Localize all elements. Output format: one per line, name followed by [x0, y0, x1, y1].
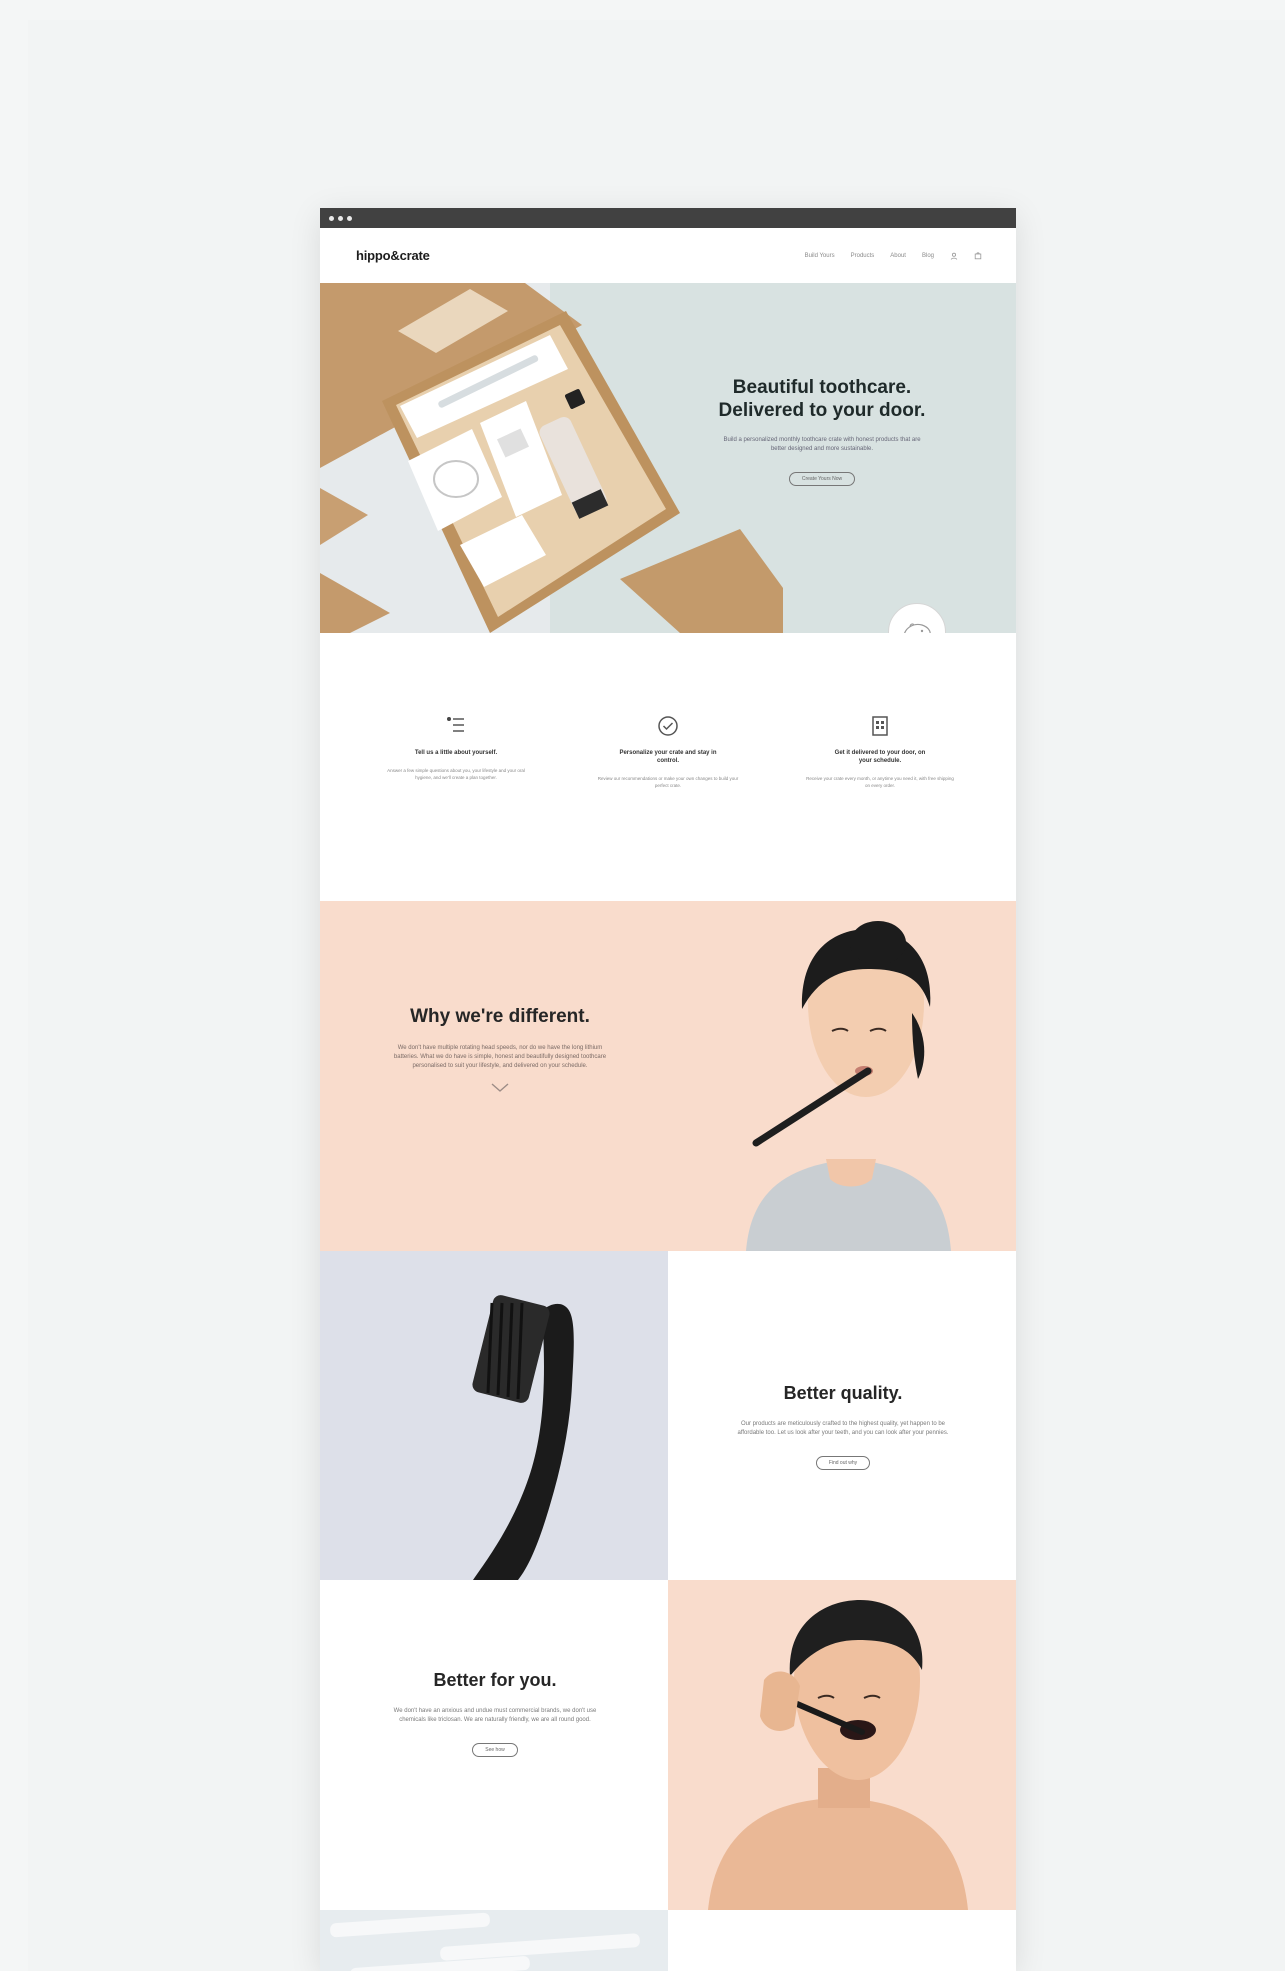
step-title: Personalize your crate and stay in contr… — [619, 750, 717, 764]
quality-text-panel: Better quality. Our products are meticul… — [668, 1251, 1016, 1580]
logo[interactable]: hippo&crate — [356, 248, 430, 263]
hero-cta-button[interactable]: Create Yours Now — [788, 472, 856, 486]
quality-row: Better quality. Our products are meticul… — [320, 1251, 1016, 1580]
step-item: Tell us a little about yourself. Answer … — [381, 715, 531, 901]
browser-chrome-bar — [320, 208, 1016, 228]
step-description: Answer a few simple questions about you,… — [387, 768, 525, 780]
step-title: Get it delivered to your door, on your s… — [834, 750, 926, 764]
hero-title-line-1: Beautiful toothcare. — [732, 377, 912, 398]
step-title: Tell us a little about yourself. — [414, 750, 498, 756]
empty-panel — [668, 1910, 1016, 1971]
brushes-image-panel — [320, 1910, 668, 1971]
find-out-why-button[interactable]: Find out why — [815, 1456, 871, 1470]
section-title: Better quality. — [783, 1383, 903, 1403]
step-description: Review our recommendations or make your … — [597, 776, 739, 788]
man-brushing-image-panel — [668, 1580, 1016, 1910]
window-dot[interactable] — [338, 215, 343, 221]
nav-link-blog[interactable]: Blog — [922, 253, 934, 259]
window-dot[interactable] — [329, 215, 334, 221]
window-dot[interactable] — [347, 215, 352, 221]
section-body: Our products are meticulously crafted to… — [737, 1421, 949, 1436]
hero-subtitle: Build a personalized monthly toothcare c… — [723, 437, 921, 452]
why-different-text: Why we're different. We don't have multi… — [380, 1006, 620, 1093]
quality-text: Better quality. Our products are meticul… — [718, 1383, 968, 1470]
check-circle-icon — [658, 716, 678, 736]
step-description: Receive your crate every month, or anyti… — [806, 776, 954, 788]
browser-window: hippo&crate Build Yours Products About B… — [320, 208, 1016, 1971]
step-item: Get it delivered to your door, on your s… — [805, 715, 955, 901]
hero-title-line-2: Delivered to your door. — [718, 400, 926, 421]
hippo-icon — [904, 623, 931, 633]
for-you-row: Better for you. We don't have an anxious… — [320, 1580, 1016, 1910]
for-you-text-panel: Better for you. We don't have an anxious… — [320, 1580, 668, 1910]
list-icon — [447, 717, 464, 732]
step-item: Personalize your crate and stay in contr… — [593, 715, 743, 901]
hero-text: Beautiful toothcare. Delivered to your d… — [702, 376, 942, 486]
hippo-badge — [888, 603, 946, 633]
for-you-text: Better for you. We don't have an anxious… — [370, 1670, 620, 1757]
woman-with-toothbrush-image — [746, 921, 951, 1251]
chevron-down-icon[interactable] — [491, 1083, 509, 1093]
toothbrush-image-panel — [320, 1251, 668, 1580]
why-different-section: Why we're different. We don't have multi… — [320, 901, 1016, 1251]
top-nav: hippo&crate Build Yours Products About B… — [320, 228, 1016, 283]
bottom-row — [320, 1910, 1016, 1971]
cart-icon[interactable] — [974, 251, 982, 260]
section-title: Better for you. — [433, 1670, 557, 1690]
black-toothbrush-image — [472, 1295, 574, 1580]
man-brushing-teeth-image — [708, 1600, 968, 1910]
hero-section: Beautiful toothcare. Delivered to your d… — [320, 283, 1016, 633]
toothbrushes-image — [320, 1910, 668, 1971]
calendar-icon — [872, 716, 888, 736]
see-how-button[interactable]: See how — [472, 1743, 518, 1757]
section-body: We don't have multiple rotating head spe… — [393, 1045, 607, 1069]
nav-link-build[interactable]: Build Yours — [805, 253, 835, 259]
section-body: We don't have an anxious and undue must … — [393, 1708, 597, 1723]
account-icon[interactable] — [950, 252, 958, 260]
how-it-works: Tell us a little about yourself. Answer … — [320, 633, 1016, 901]
nav-links: Build Yours Products About Blog — [805, 251, 982, 260]
nav-link-products[interactable]: Products — [851, 253, 875, 259]
nav-link-about[interactable]: About — [890, 253, 906, 259]
section-title: Why we're different. — [410, 1006, 590, 1027]
